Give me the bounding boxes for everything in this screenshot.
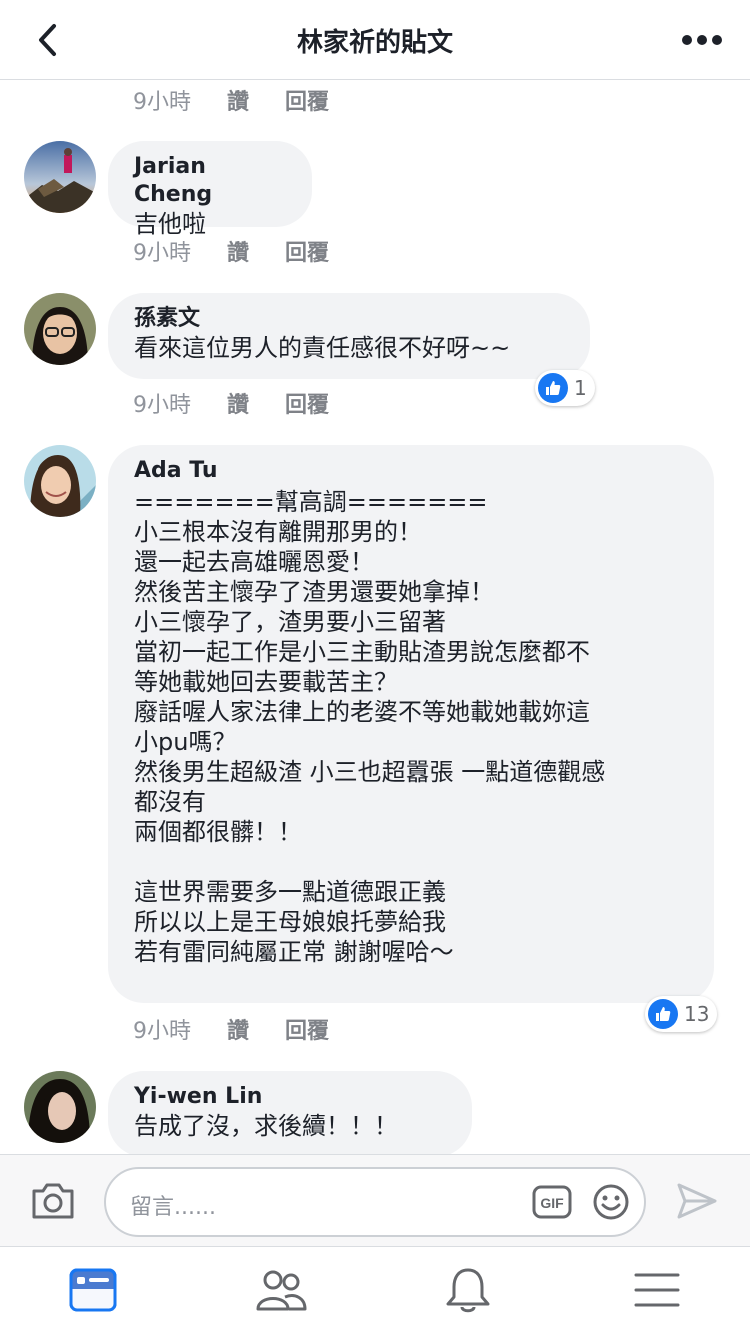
bottom-tab-bar [0,1246,750,1334]
comment-bubble: 孫素文 看來這位男人的責任感很不好呀~~ [108,293,590,379]
comment-composer: 留言...... GIF [0,1154,750,1246]
comment-meta: 9小時 讚 回覆 [133,1013,365,1045]
menu-icon[interactable] [632,1265,682,1315]
news-feed-icon[interactable] [68,1265,118,1315]
comment-time: 9小時 [133,1019,191,1044]
comment-text: 告成了沒，求後續！！！ [134,1112,398,1140]
comment-meta: 9小時 讚 回覆 [133,84,365,116]
send-icon[interactable] [676,1181,718,1221]
more-dots-icon[interactable] [680,24,724,56]
camera-icon[interactable] [30,1179,76,1221]
page-title: 林家祈的貼文 [296,28,453,58]
reply-link[interactable]: 回覆 [285,393,329,418]
comment-bubble: Jarian Cheng 吉他啦 [108,141,312,238]
comment-time: 9小時 [133,393,191,418]
comment-input-placeholder: 留言...... [130,1195,216,1220]
reply-link[interactable]: 回覆 [285,1019,329,1044]
reaction-count: 1 [574,376,587,400]
commenter-name[interactable]: 孫素文 [134,305,564,333]
friends-icon[interactable] [255,1265,307,1315]
comment-time: 9小時 [133,241,191,266]
comment-text: =======幫高調======= 小三根本沒有離開那男的！ 還一起去高雄曬恩愛… [134,488,606,966]
reply-link[interactable]: 回覆 [285,241,329,266]
avatar[interactable] [24,445,96,517]
reaction-badge[interactable]: 13 [645,996,718,1032]
like-link[interactable]: 讚 [227,393,249,418]
like-link[interactable]: 讚 [227,1019,249,1044]
commenter-name[interactable]: Jarian Cheng [134,153,286,209]
comment-input[interactable]: 留言...... GIF [104,1167,646,1237]
notifications-bell-icon[interactable] [443,1265,493,1315]
reaction-badge[interactable]: 1 [535,370,595,406]
thumbs-up-icon [538,373,568,403]
commenter-name[interactable]: Yi-wen Lin [134,1083,446,1111]
svg-text:GIF: GIF [540,1195,564,1211]
comment-meta: 9小時 讚 回覆 [133,387,365,419]
thumbs-up-icon [648,999,678,1029]
avatar[interactable] [24,293,96,365]
emoji-icon[interactable] [592,1183,630,1221]
comment-meta: 9小時 讚 回覆 [133,235,365,267]
comment-bubble: Ada Tu =======幫高調======= 小三根本沒有離開那男的！ 還一… [108,445,714,1003]
reaction-count: 13 [684,1002,710,1026]
reply-link[interactable]: 回覆 [285,90,329,115]
commenter-name[interactable]: Ada Tu [134,457,688,485]
avatar[interactable] [24,141,96,213]
like-link[interactable]: 讚 [227,241,249,266]
top-nav-bar: 林家祈的貼文 [0,0,750,80]
comments-list: 9小時讚回覆 Jarian Cheng 吉他啦 9小時讚回覆 孫素文 看來這位男… [0,80,750,1154]
like-link[interactable]: 讚 [227,90,249,115]
gif-icon[interactable]: GIF [532,1185,572,1219]
avatar[interactable] [24,1071,96,1143]
comment-text: 看來這位男人的責任感很不好呀~~ [134,334,511,362]
comment-bubble: Yi-wen Lin 告成了沒，求後續！！！ [108,1071,472,1154]
comment-time: 9小時 [133,90,191,115]
